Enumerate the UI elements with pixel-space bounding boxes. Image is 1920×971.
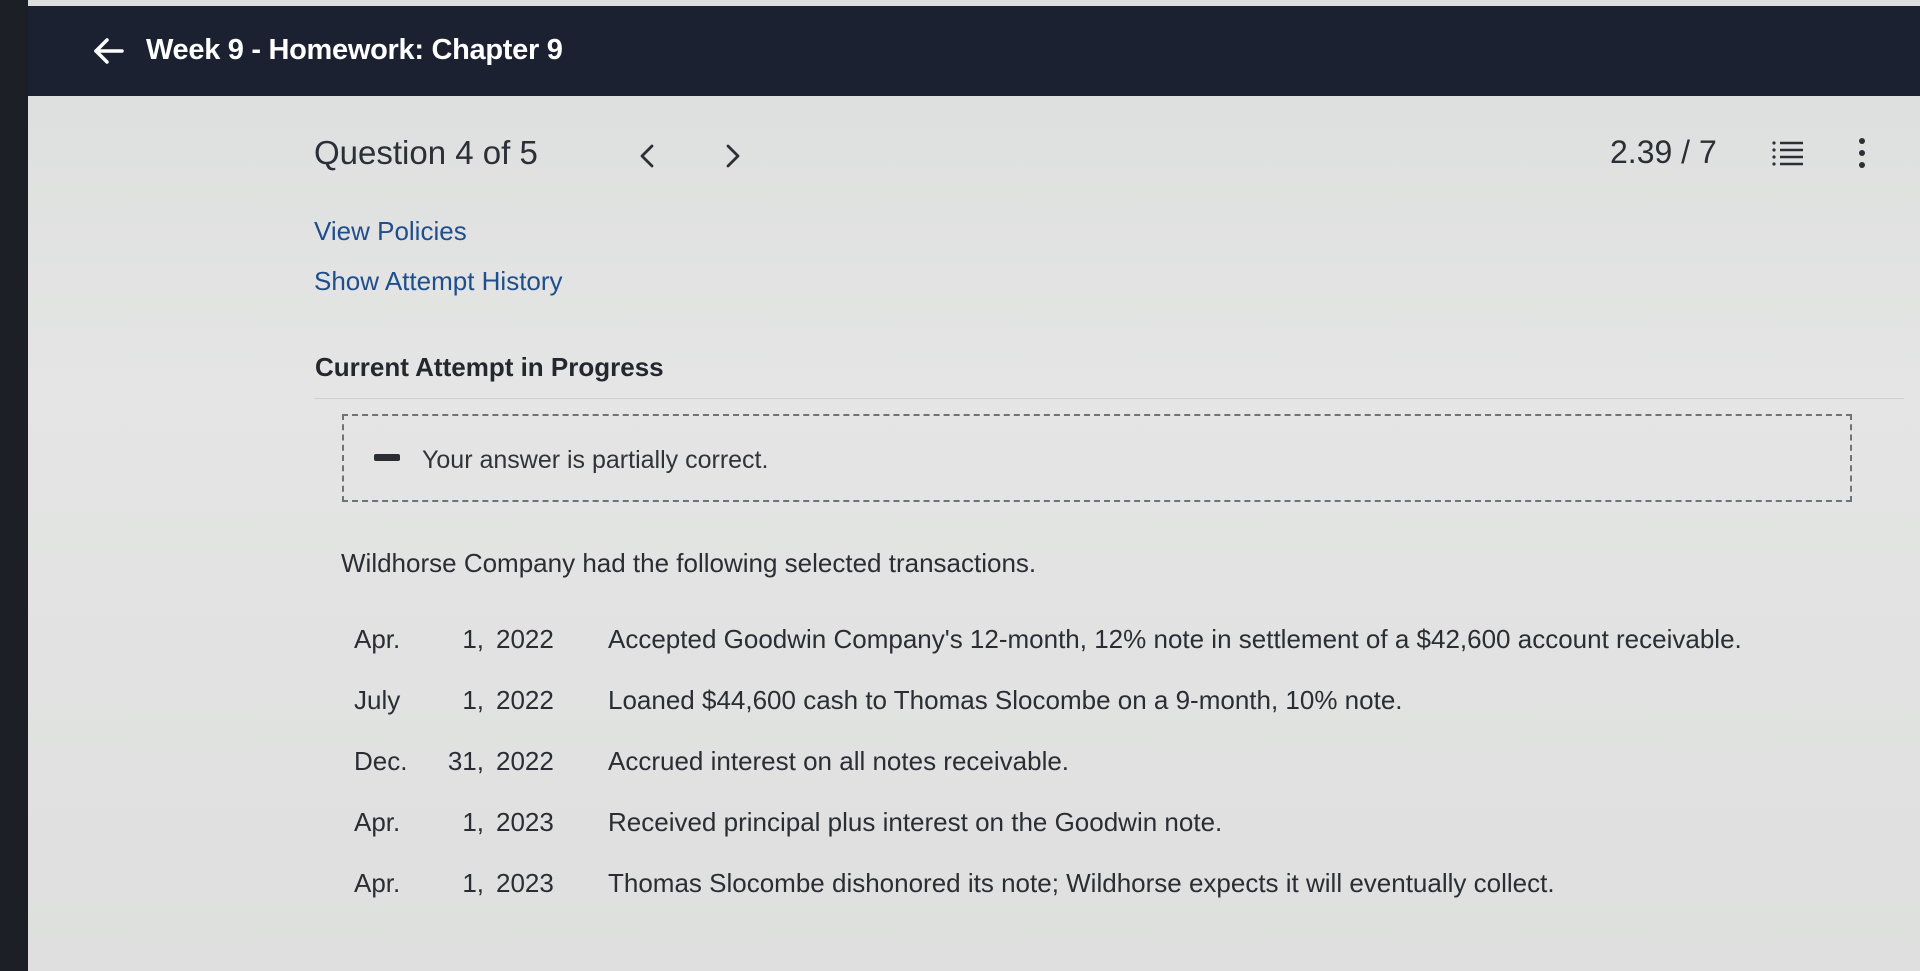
transaction-description: Accepted Goodwin Company's 12-month, 12%… — [608, 624, 1742, 654]
show-attempt-history-link[interactable]: Show Attempt History — [314, 266, 563, 297]
transaction-year: 2022 — [496, 685, 554, 715]
transaction-month: July — [354, 685, 401, 715]
transaction-month: Dec. — [354, 746, 408, 776]
minus-icon — [374, 454, 400, 461]
transaction-year: 2023 — [496, 807, 554, 837]
transaction-month: Apr. — [354, 624, 401, 654]
feedback-message: Your answer is partially correct. — [422, 446, 769, 474]
transaction-description: Received principal plus interest on the … — [608, 807, 1223, 837]
transaction-day: 31, — [447, 746, 484, 776]
section-divider — [314, 398, 1904, 399]
score-display: 2.39 / 7 — [1610, 134, 1717, 170]
transaction-year: 2023 — [496, 868, 554, 898]
transaction-day: 1, — [462, 624, 484, 654]
transaction-description: Thomas Slocombe dishonored its note; Wil… — [608, 868, 1555, 898]
app-screen: Week 9 - Homework: Chapter 9 Question 4 … — [28, 0, 1920, 971]
chevron-right-icon[interactable] — [718, 138, 748, 174]
attempt-heading: Current Attempt in Progress — [315, 352, 664, 382]
transaction-month: Apr. — [354, 868, 401, 898]
transaction-year: 2022 — [496, 746, 554, 776]
transaction-month: Apr. — [354, 807, 401, 837]
chevron-left-icon[interactable] — [632, 138, 662, 174]
transaction-day: 1, — [462, 868, 484, 898]
top-bar: Week 9 - Homework: Chapter 9 — [28, 6, 1920, 96]
question-counter: Question 4 of 5 — [314, 134, 538, 171]
transaction-day: 1, — [462, 807, 484, 837]
assignment-title: Week 9 - Homework: Chapter 9 — [146, 34, 563, 66]
transaction-day: 1, — [462, 685, 484, 715]
problem-intro: Wildhorse Company had the following sele… — [341, 548, 1037, 578]
transaction-year: 2022 — [496, 624, 554, 654]
list-icon[interactable] — [1770, 138, 1806, 170]
transaction-description: Loaned $44,600 cash to Thomas Slocombe o… — [608, 685, 1403, 715]
more-vertical-icon[interactable] — [1856, 136, 1868, 170]
arrow-left-icon[interactable] — [92, 36, 126, 66]
view-policies-link[interactable]: View Policies — [314, 216, 467, 247]
transaction-description: Accrued interest on all notes receivable… — [608, 746, 1070, 776]
feedback-box: Your answer is partially correct. — [342, 414, 1852, 502]
